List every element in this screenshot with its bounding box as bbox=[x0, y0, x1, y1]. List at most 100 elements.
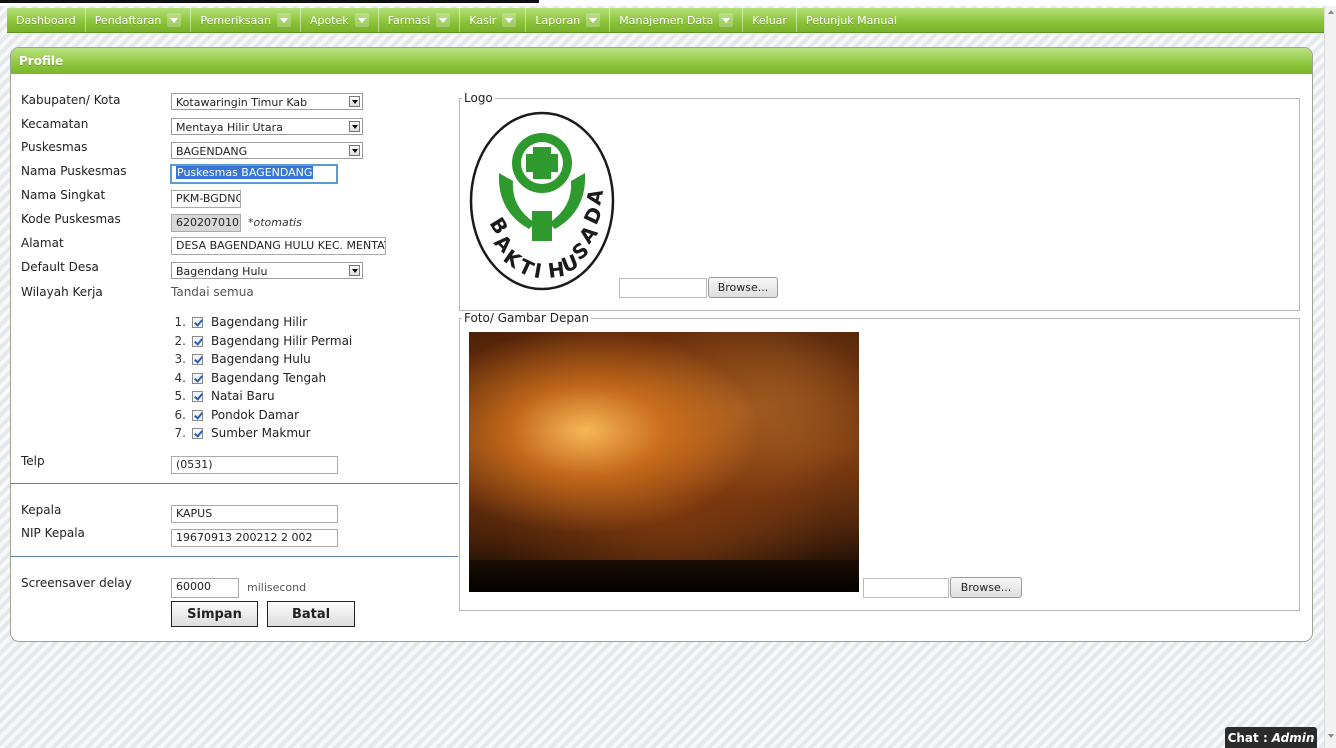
chevron-down-icon bbox=[719, 13, 734, 27]
logo-emblem-icon: B A K T I H U S A D A bbox=[469, 111, 615, 291]
chevron-down-icon bbox=[586, 13, 601, 27]
chevron-down-icon bbox=[276, 13, 291, 27]
save-button[interactable]: Simpan bbox=[171, 601, 258, 627]
kode-puskesmas-label: Kode Puskesmas bbox=[21, 212, 121, 226]
bakti-husada-logo: B A K T I H U S A D A bbox=[469, 111, 615, 291]
chevron-down-icon bbox=[354, 13, 369, 27]
photo-browse-button[interactable]: Browse... bbox=[950, 577, 1022, 598]
nav-label: Pemeriksaan bbox=[200, 13, 271, 27]
chat-prefix: Chat : bbox=[1227, 730, 1268, 745]
kecamatan-select[interactable]: Mentaya Hilir Utara bbox=[171, 118, 363, 135]
checkbox-checked-icon[interactable] bbox=[192, 353, 203, 365]
input-value: KAPUS bbox=[176, 507, 213, 520]
mark-all-link[interactable]: Tandai semua bbox=[171, 285, 254, 299]
nav-label: Petunjuk Manual bbox=[805, 13, 898, 27]
checkbox-checked-icon[interactable] bbox=[192, 427, 203, 439]
photo-file-input[interactable] bbox=[863, 578, 949, 598]
nav-laporan[interactable]: Laporan bbox=[526, 8, 611, 32]
default-desa-select[interactable]: Bagendang Hulu bbox=[171, 262, 363, 279]
wilayah-item[interactable]: 5. Natai Baru bbox=[168, 389, 275, 403]
nip-kepala-input[interactable]: 19670913 200212 2 002 bbox=[171, 529, 338, 547]
item-number: 5. bbox=[174, 389, 186, 403]
select-value: Mentaya Hilir Utara bbox=[176, 121, 283, 134]
kode-puskesmas-input: 6202070103 bbox=[171, 214, 241, 232]
telp-input[interactable]: (0531) bbox=[171, 456, 338, 474]
alamat-input[interactable]: DESA BAGENDANG HULU KEC. MENTAYA bbox=[171, 237, 386, 255]
nav-manajemen-data[interactable]: Manajemen Data bbox=[610, 8, 744, 32]
otomatis-hint: *otomatis bbox=[248, 216, 302, 229]
item-label: Bagendang Hilir Permai bbox=[211, 334, 353, 348]
nav-label: Apotek bbox=[309, 13, 349, 27]
logo-browse-button[interactable]: Browse... bbox=[708, 277, 778, 298]
telp-label: Telp bbox=[21, 454, 45, 468]
panel-title: Profile bbox=[11, 48, 1312, 74]
section-divider bbox=[11, 556, 458, 557]
logo-file-input[interactable] bbox=[619, 278, 707, 298]
nama-singkat-label: Nama Singkat bbox=[21, 188, 106, 202]
scroll-down-icon[interactable] bbox=[1328, 734, 1334, 738]
chat-tab[interactable]: Chat : Admin bbox=[1225, 727, 1317, 748]
nav-label: Pendaftaran bbox=[94, 13, 162, 27]
item-label: Sumber Makmur bbox=[211, 426, 311, 440]
kepala-input[interactable]: KAPUS bbox=[171, 505, 338, 523]
dropdown-arrow-icon bbox=[349, 96, 360, 107]
wilayah-item[interactable]: 6. Pondok Damar bbox=[168, 408, 300, 422]
chevron-down-icon bbox=[167, 13, 182, 27]
page-scrollbar[interactable] bbox=[1324, 6, 1336, 748]
nama-singkat-input[interactable]: PKM-BGDNG bbox=[171, 190, 241, 208]
nav-pendaftaran[interactable]: Pendaftaran bbox=[86, 8, 192, 32]
item-number: 1. bbox=[174, 315, 186, 329]
input-value: (0531) bbox=[176, 458, 213, 471]
input-value: 19670913 200212 2 002 bbox=[176, 531, 313, 544]
wilayah-item[interactable]: 3. Bagendang Hulu bbox=[168, 352, 311, 366]
dropdown-arrow-icon bbox=[349, 145, 360, 156]
input-value: PKM-BGDNG bbox=[176, 192, 241, 205]
wilayah-item[interactable]: 2. Bagendang Hilir Permai bbox=[168, 334, 353, 348]
scroll-up-icon[interactable] bbox=[1328, 10, 1334, 14]
nav-apotek[interactable]: Apotek bbox=[301, 8, 379, 32]
chevron-down-icon bbox=[502, 13, 517, 27]
puskesmas-select[interactable]: BAGENDANG bbox=[171, 142, 363, 159]
cancel-button[interactable]: Batal bbox=[267, 601, 355, 627]
item-number: 7. bbox=[174, 426, 186, 440]
nav-pemeriksaan[interactable]: Pemeriksaan bbox=[191, 8, 301, 32]
nav-petunjuk-manual[interactable]: Petunjuk Manual bbox=[797, 8, 906, 32]
nav-label: Manajemen Data bbox=[619, 13, 714, 27]
wilayah-item[interactable]: 4. Bagendang Tengah bbox=[168, 371, 327, 385]
top-strip bbox=[0, 0, 1336, 6]
nav-kasir[interactable]: Kasir bbox=[460, 8, 527, 32]
main-navbar: Dashboard Pendaftaran Pemeriksaan Apotek… bbox=[7, 8, 1325, 33]
nip-kepala-label: NIP Kepala bbox=[21, 526, 85, 540]
item-label: Bagendang Hulu bbox=[211, 352, 311, 366]
nama-puskesmas-label: Nama Puskesmas bbox=[21, 164, 127, 178]
chevron-down-icon bbox=[436, 13, 451, 27]
nav-dashboard[interactable]: Dashboard bbox=[7, 8, 86, 32]
select-value: BAGENDANG bbox=[176, 145, 248, 158]
checkbox-checked-icon[interactable] bbox=[192, 335, 203, 347]
nav-farmasi[interactable]: Farmasi bbox=[379, 8, 461, 32]
nav-label: Keluar bbox=[752, 13, 787, 27]
nav-keluar[interactable]: Keluar bbox=[743, 8, 797, 32]
wilayah-item[interactable]: 1. Bagendang Hilir bbox=[168, 315, 308, 329]
logo-legend: Logo bbox=[464, 91, 493, 105]
checkbox-checked-icon[interactable] bbox=[192, 409, 203, 421]
kepala-label: Kepala bbox=[21, 503, 62, 517]
item-number: 4. bbox=[174, 371, 186, 385]
input-value: 6202070103 bbox=[176, 216, 241, 229]
kabupaten-select[interactable]: Kotawaringin Timur Kab bbox=[171, 93, 363, 110]
chat-user: Admin bbox=[1271, 730, 1315, 745]
profile-panel: Profile Kabupaten/ Kota Kotawaringin Tim… bbox=[10, 47, 1313, 642]
wilayah-item[interactable]: 7. Sumber Makmur bbox=[168, 426, 311, 440]
item-number: 2. bbox=[174, 334, 186, 348]
kecamatan-label: Kecamatan bbox=[21, 117, 89, 131]
alamat-label: Alamat bbox=[21, 236, 64, 250]
item-label: Pondok Damar bbox=[211, 408, 300, 422]
checkbox-checked-icon[interactable] bbox=[192, 316, 203, 328]
item-label: Bagendang Tengah bbox=[211, 371, 327, 385]
nama-puskesmas-input[interactable]: Puskesmas BAGENDANG bbox=[170, 164, 338, 184]
top-strip-bar bbox=[0, 0, 539, 3]
item-number: 3. bbox=[174, 352, 186, 366]
checkbox-checked-icon[interactable] bbox=[192, 390, 203, 402]
screensaver-input[interactable]: 60000 bbox=[171, 578, 239, 598]
checkbox-checked-icon[interactable] bbox=[192, 372, 203, 384]
